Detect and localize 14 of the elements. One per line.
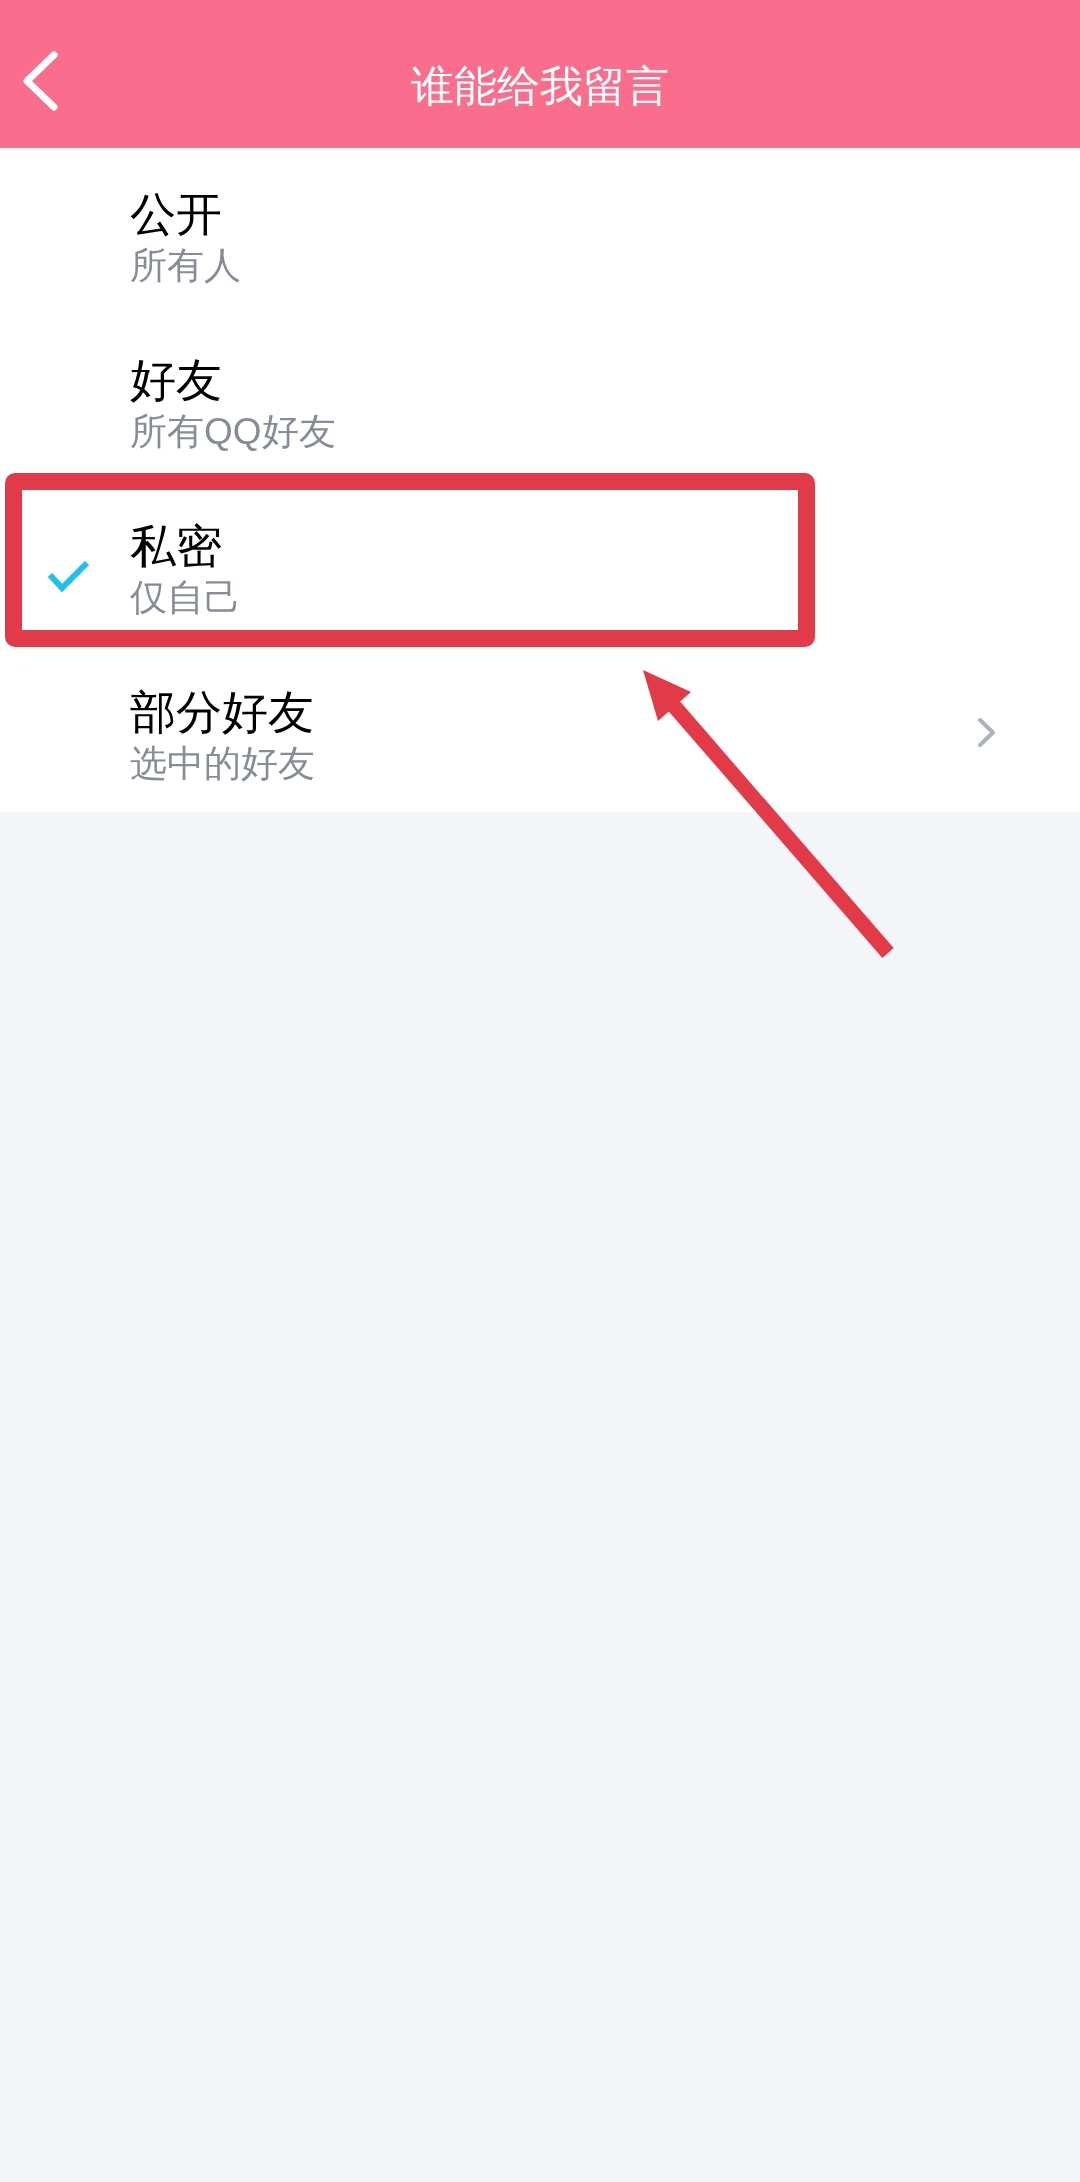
- option-row[interactable]: 部分好友 选中的好友: [0, 646, 1080, 812]
- option-row[interactable]: 好友 所有QQ好友: [0, 314, 1080, 480]
- chevron-right-icon: [977, 716, 997, 748]
- option-subtitle: 所有QQ好友: [130, 410, 336, 454]
- option-title: 好友: [130, 353, 222, 408]
- page-title: 谁能给我留言: [411, 61, 669, 112]
- option-subtitle: 仅自己: [130, 576, 241, 620]
- option-title: 部分好友: [130, 685, 314, 740]
- option-title: 私密: [130, 519, 222, 574]
- option-row[interactable]: 公开 所有人: [0, 148, 1080, 314]
- option-subtitle: 选中的好友: [130, 742, 315, 786]
- option-subtitle: 所有人: [130, 244, 241, 288]
- option-title: 公开: [130, 187, 222, 242]
- back-icon: [22, 51, 58, 111]
